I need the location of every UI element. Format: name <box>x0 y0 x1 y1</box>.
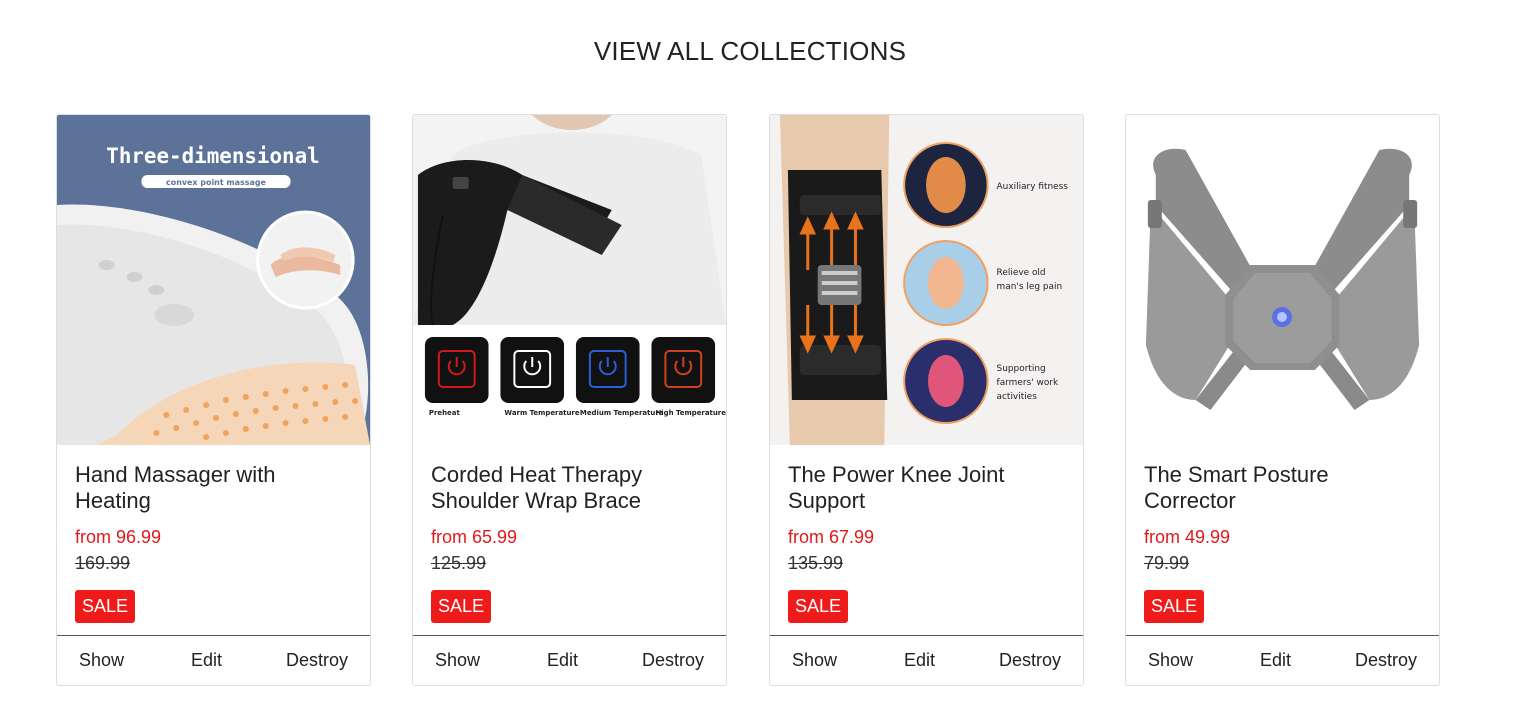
mode-label: Medium Temperature <box>580 409 664 417</box>
product-compare-price: 79.99 <box>1144 553 1190 573</box>
show-link[interactable]: Show <box>435 650 480 671</box>
card-actions: Show Edit Destroy <box>413 635 726 685</box>
product-title[interactable]: The Power Knee Joint Support <box>788 462 1058 514</box>
svg-text:man's leg pain: man's leg pain <box>997 282 1063 292</box>
feature-label: Auxiliary fitness <box>997 182 1069 192</box>
card-actions: Show Edit Destroy <box>770 635 1083 685</box>
edit-link[interactable]: Edit <box>191 650 222 671</box>
mode-label: Preheat <box>429 409 461 417</box>
sale-badge: SALE <box>75 590 136 623</box>
product-price: from 67.99 <box>788 527 875 547</box>
card-actions: Show Edit Destroy <box>1126 635 1439 685</box>
product-image[interactable]: Auxiliary fitness Relieve old man's leg … <box>770 115 1083 445</box>
destroy-link[interactable]: Destroy <box>286 650 348 671</box>
product-card: Auxiliary fitness Relieve old man's leg … <box>769 114 1084 686</box>
product-compare-price: 169.99 <box>75 553 131 573</box>
show-link[interactable]: Show <box>79 650 124 671</box>
card-actions: Show Edit Destroy <box>57 635 370 685</box>
svg-text:activities: activities <box>997 392 1038 402</box>
edit-link[interactable]: Edit <box>547 650 578 671</box>
product-compare-price: 135.99 <box>788 553 844 573</box>
svg-text:farmers' work: farmers' work <box>997 378 1059 388</box>
product-title[interactable]: Hand Massager with Heating <box>75 462 345 514</box>
product-title[interactable]: Corded Heat Therapy Shoulder Wrap Brace <box>431 462 701 514</box>
edit-link[interactable]: Edit <box>1260 650 1291 671</box>
sale-badge: SALE <box>788 590 849 623</box>
sale-badge: SALE <box>1144 590 1205 623</box>
product-title[interactable]: The Smart Posture Corrector <box>1144 462 1414 514</box>
mode-label: High Temperature <box>655 409 726 417</box>
product-image[interactable]: Preheat Warm Temperature Medium Temperat… <box>413 115 726 445</box>
product-image[interactable] <box>1126 115 1439 445</box>
show-link[interactable]: Show <box>1148 650 1193 671</box>
sale-badge: SALE <box>431 590 492 623</box>
product-price: from 96.99 <box>75 527 162 547</box>
image-headline: Three-dimensional <box>106 144 319 168</box>
destroy-link[interactable]: Destroy <box>642 650 704 671</box>
page-title: VIEW ALL COLLECTIONS <box>593 36 907 66</box>
destroy-link[interactable]: Destroy <box>999 650 1061 671</box>
product-card: The Smart Posture Corrector from 49.99 7… <box>1125 114 1440 686</box>
product-image[interactable]: Three-dimensional convex point massage <box>57 115 370 445</box>
show-link[interactable]: Show <box>792 650 837 671</box>
svg-text:Relieve old: Relieve old <box>997 268 1046 278</box>
product-compare-price: 125.99 <box>431 553 487 573</box>
product-card: Three-dimensional convex point massage H… <box>56 114 371 686</box>
image-subline: convex point massage <box>166 178 266 187</box>
mode-label: Warm Temperature <box>504 409 579 417</box>
svg-text:Supporting: Supporting <box>997 364 1046 374</box>
edit-link[interactable]: Edit <box>904 650 935 671</box>
destroy-link[interactable]: Destroy <box>1355 650 1417 671</box>
product-price: from 49.99 <box>1144 527 1231 547</box>
product-price: from 65.99 <box>431 527 518 547</box>
product-card: Preheat Warm Temperature Medium Temperat… <box>412 114 727 686</box>
